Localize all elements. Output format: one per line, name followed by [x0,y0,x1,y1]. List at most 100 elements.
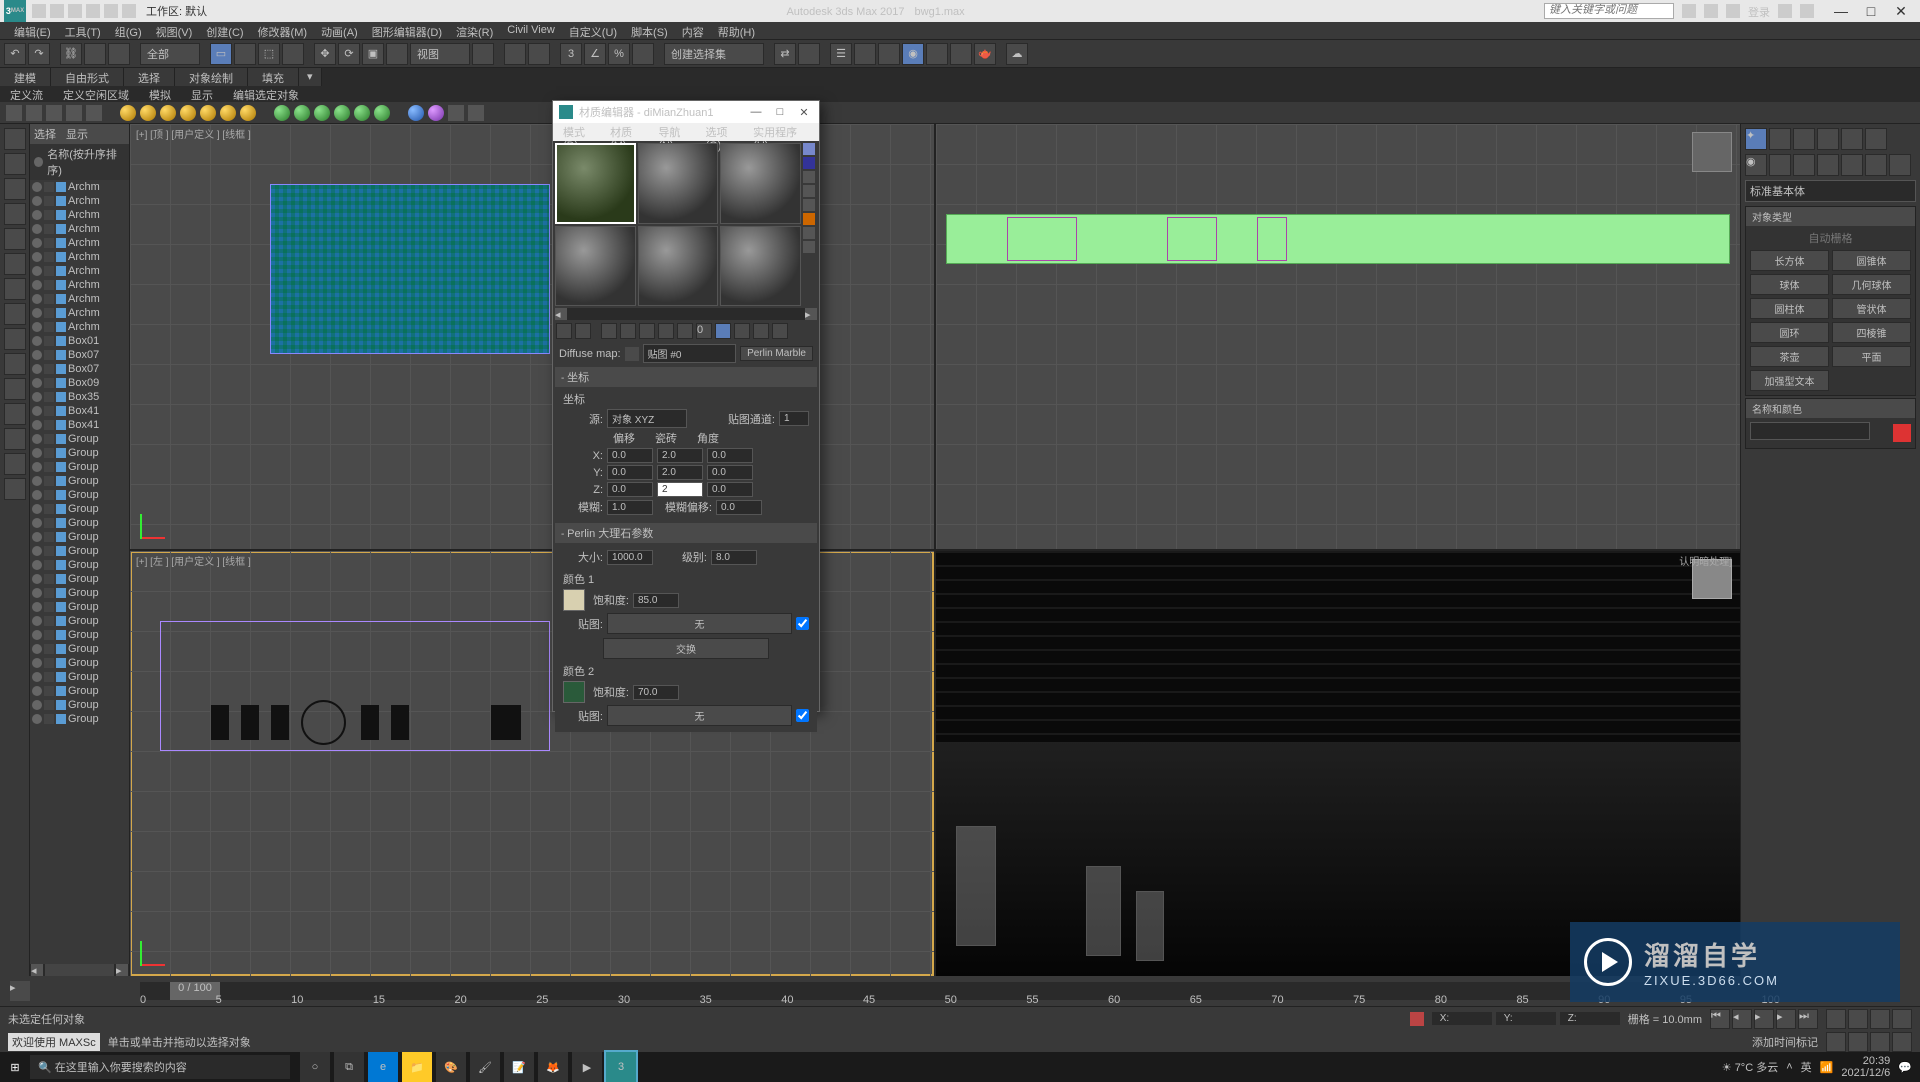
anim-prev-frame[interactable]: ◂ [1732,1009,1752,1029]
nav-zoomall[interactable] [1848,1009,1868,1029]
rollout-namecolor[interactable]: 名称和颜色 [1746,399,1915,418]
menu-civilview[interactable]: Civil View [501,22,560,39]
rollout-perlin[interactable]: - Perlin 大理石参数 [555,523,817,543]
weather-widget[interactable]: ☀ 7°C 多云 [1722,1059,1778,1075]
scene-item[interactable]: Archm [30,236,129,250]
menu-rendering[interactable]: 渲染(R) [450,22,499,39]
color2-map-enable[interactable] [796,709,809,722]
menu-modifiers[interactable]: 修改器(M) [252,22,314,39]
autogrid-checkbox[interactable]: 自动栅格 [1750,230,1911,246]
light-sun-icon[interactable] [180,105,196,121]
scene-item[interactable]: Group [30,488,129,502]
map-channel-spinner[interactable]: 1 [779,411,809,426]
slots-hscroll[interactable]: ◂▸ [555,308,817,320]
scene-item[interactable]: Group [30,502,129,516]
task-app-icon[interactable]: 🎨 [436,1052,466,1082]
prim-button[interactable]: 茶壶 [1750,346,1829,367]
tray-notifications-icon[interactable]: 💬 [1898,1061,1912,1074]
tab-populate[interactable]: 填充 [248,68,299,86]
qat-redo-icon[interactable] [104,4,118,18]
scene-item[interactable]: Archm [30,264,129,278]
lt-btn[interactable] [4,178,26,200]
category-dropdown[interactable]: 标准基本体 [1745,180,1916,202]
dialog-maximize[interactable]: □ [771,106,789,118]
nav-zoom[interactable] [1826,1009,1846,1029]
scene-item[interactable]: Group [30,600,129,614]
cat-cameras-icon[interactable] [1817,154,1839,176]
color1-swatch[interactable] [563,589,585,611]
user-icon[interactable] [1726,4,1740,18]
lt-btn[interactable] [4,278,26,300]
scene-item[interactable]: Group [30,712,129,726]
scene-item[interactable]: Archm [30,222,129,236]
close-button[interactable]: ✕ [1886,1,1916,21]
lt-btn[interactable] [4,228,26,250]
object-color-swatch[interactable] [1893,424,1911,442]
start-button[interactable]: ⊞ [0,1052,30,1082]
scene-item[interactable]: Group [30,516,129,530]
subtab-idle[interactable]: 定义空闲区域 [53,86,139,102]
scene-item[interactable]: Group [30,586,129,600]
map-type-button[interactable]: Perlin Marble [740,346,813,361]
anim-goto-start[interactable]: ⏮ [1710,1009,1730,1029]
scene-item[interactable]: Group [30,432,129,446]
angle-y[interactable]: 0.0 [707,465,753,480]
subtab-sim[interactable]: 模拟 [139,86,181,102]
menu-customize[interactable]: 自定义(U) [563,22,623,39]
dialog-close[interactable]: ✕ [795,106,813,119]
scene-item[interactable]: Archm [30,250,129,264]
select-region-button[interactable]: ⬚ [258,43,280,65]
snap-toggle-button[interactable]: 3 [560,43,582,65]
nav-zoom-ext[interactable] [1870,1032,1890,1052]
slot-tool-icon[interactable] [803,241,815,253]
scene-tab-display[interactable]: 显示 [66,126,88,142]
nav-orbit[interactable] [1826,1032,1846,1052]
select-object-button[interactable]: ▭ [210,43,232,65]
lt-btn[interactable] [4,478,26,500]
tray-date[interactable]: 2021/12/6 [1841,1067,1890,1079]
lt-btn[interactable] [4,378,26,400]
dmenu-util[interactable]: 实用程序(U) [749,123,813,141]
slot-tool-icon[interactable] [803,143,815,155]
scene-item[interactable]: Box41 [30,418,129,432]
object-name-input[interactable] [1750,422,1870,440]
app-logo[interactable]: 3MAX [4,0,26,22]
rollout-objecttype[interactable]: 对象类型 [1746,207,1915,226]
viewport-perspective[interactable]: 认明暗处理] [936,551,1740,976]
dmenu-nav[interactable]: 导航(N) [654,123,697,141]
color2-map-button[interactable]: 无 [607,705,792,726]
coord-z[interactable]: Z: [1560,1012,1620,1025]
slot-tool-icon[interactable] [803,157,815,169]
prim-button[interactable]: 圆环 [1750,322,1829,343]
swap-button[interactable]: 交换 [603,638,769,659]
tab-selection[interactable]: 选择 [124,68,175,86]
lt-btn[interactable] [4,353,26,375]
menu-content[interactable]: 内容 [676,22,710,39]
tray-icon[interactable] [66,105,82,121]
cat-lights-icon[interactable] [1793,154,1815,176]
scene-item[interactable]: Box09 [30,376,129,390]
me-go-parent[interactable] [753,323,769,339]
lt-btn[interactable] [4,403,26,425]
scene-item[interactable]: Box07 [30,348,129,362]
qat-new-icon[interactable] [32,4,46,18]
manipulate-button[interactable] [504,43,526,65]
tiling-x[interactable]: 2.0 [657,448,703,463]
menu-scripting[interactable]: 脚本(S) [625,22,674,39]
levels-spinner[interactable]: 8.0 [711,550,757,565]
light-area-icon[interactable] [220,105,236,121]
tray-time[interactable]: 20:39 [1841,1055,1890,1067]
material-slot-4[interactable] [555,226,636,307]
angle-x[interactable]: 0.0 [707,448,753,463]
particle-icon[interactable] [314,105,330,121]
undo-button[interactable]: ↶ [4,43,26,65]
cat-geometry-icon[interactable]: ◉ [1745,154,1767,176]
scene-item[interactable]: Archm [30,292,129,306]
cmd-utilities-tab[interactable] [1865,128,1887,150]
sat1-spinner[interactable]: 85.0 [633,593,679,608]
me-put-to-scene[interactable] [575,323,591,339]
tray-icon[interactable] [6,105,22,121]
tab-objectpaint[interactable]: 对象绘制 [175,68,248,86]
prim-button[interactable]: 加强型文本 [1750,370,1829,391]
prim-button[interactable]: 平面 [1832,346,1911,367]
